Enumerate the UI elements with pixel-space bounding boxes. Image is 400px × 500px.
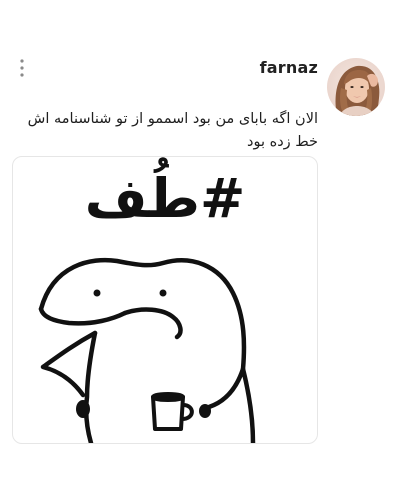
post-username[interactable]: farnaz — [260, 58, 318, 77]
post-image[interactable]: #طُف — [12, 156, 318, 444]
meme-blob-drawing — [38, 257, 256, 443]
post-caption: الان اگه بابای من بود اسممو از تو شناسنا… — [27, 111, 318, 150]
post-card: farnaz الان اگه بابای من بود اسممو از تو… — [0, 0, 400, 500]
more-options-icon[interactable] — [16, 58, 28, 78]
avatar[interactable] — [327, 58, 385, 116]
